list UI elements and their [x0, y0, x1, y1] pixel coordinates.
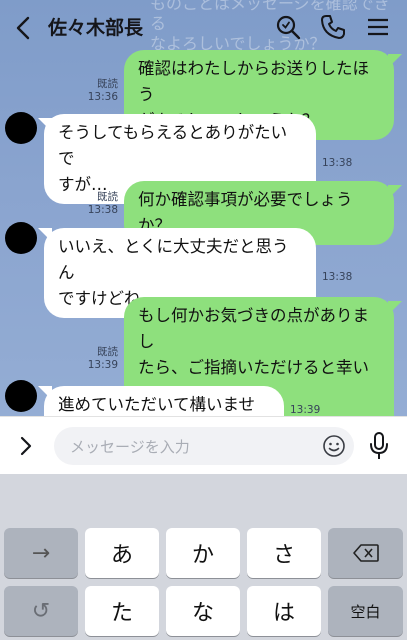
bubble-tail — [388, 301, 402, 315]
key-sa[interactable]: さ — [247, 528, 321, 578]
emoji-icon[interactable] — [322, 434, 346, 458]
message-time: 13:39 — [290, 404, 321, 416]
read-receipt: 既読 — [97, 78, 118, 90]
read-receipt: 既読 — [97, 346, 118, 358]
backspace-key[interactable] — [328, 528, 403, 578]
message-read-time: 既読 13:36 — [84, 78, 118, 104]
avatar[interactable] — [5, 112, 37, 144]
message-time: 13:36 — [87, 91, 118, 103]
space-key[interactable]: 空白 — [328, 586, 403, 636]
message-time: 13:38 — [322, 157, 353, 169]
message-input[interactable]: メッセージを入力 — [54, 427, 354, 465]
key-undo[interactable]: ↺ — [4, 586, 78, 636]
bubble-tail — [388, 185, 402, 199]
message-time: 13:38 — [322, 271, 353, 283]
backspace-icon — [352, 544, 379, 562]
avatar[interactable] — [5, 222, 37, 254]
message-input-placeholder: メッセージを入力 — [70, 438, 190, 456]
key-a[interactable]: あ — [85, 528, 159, 578]
phone-icon[interactable] — [319, 13, 347, 41]
key-next-arrow[interactable]: → — [4, 528, 78, 578]
microphone-icon[interactable] — [366, 430, 392, 462]
key-ha[interactable]: は — [247, 586, 321, 636]
key-ka[interactable]: か — [166, 528, 240, 578]
message-read-time: 既読 13:39 — [84, 346, 118, 372]
chevron-right-icon[interactable] — [16, 431, 36, 461]
menu-icon[interactable] — [364, 13, 392, 41]
flick-keyboard: → あ か さ ↺ た な は 空白 — [0, 474, 407, 640]
read-receipt: 既読 — [97, 191, 118, 203]
message-time: 13:38 — [87, 204, 118, 216]
chat-header: 佐々木部長 — [0, 0, 407, 56]
key-na[interactable]: な — [166, 586, 240, 636]
key-ta[interactable]: た — [85, 586, 159, 636]
message-input-bar: メッセージを入力 — [0, 416, 407, 474]
search-icon[interactable] — [274, 13, 302, 41]
chat-area[interactable]: ものことはメッセージを確認できる なよろしいでしょうか？ 佐々木部長 既読 13… — [0, 0, 407, 420]
avatar[interactable] — [5, 380, 37, 412]
back-icon[interactable] — [12, 14, 36, 42]
message-read-time: 既読 13:38 — [84, 191, 118, 217]
message-bubble-received[interactable]: 進めていただいて構いません — [44, 386, 284, 420]
message-time: 13:39 — [87, 359, 118, 371]
chat-title[interactable]: 佐々木部長 — [48, 13, 143, 40]
